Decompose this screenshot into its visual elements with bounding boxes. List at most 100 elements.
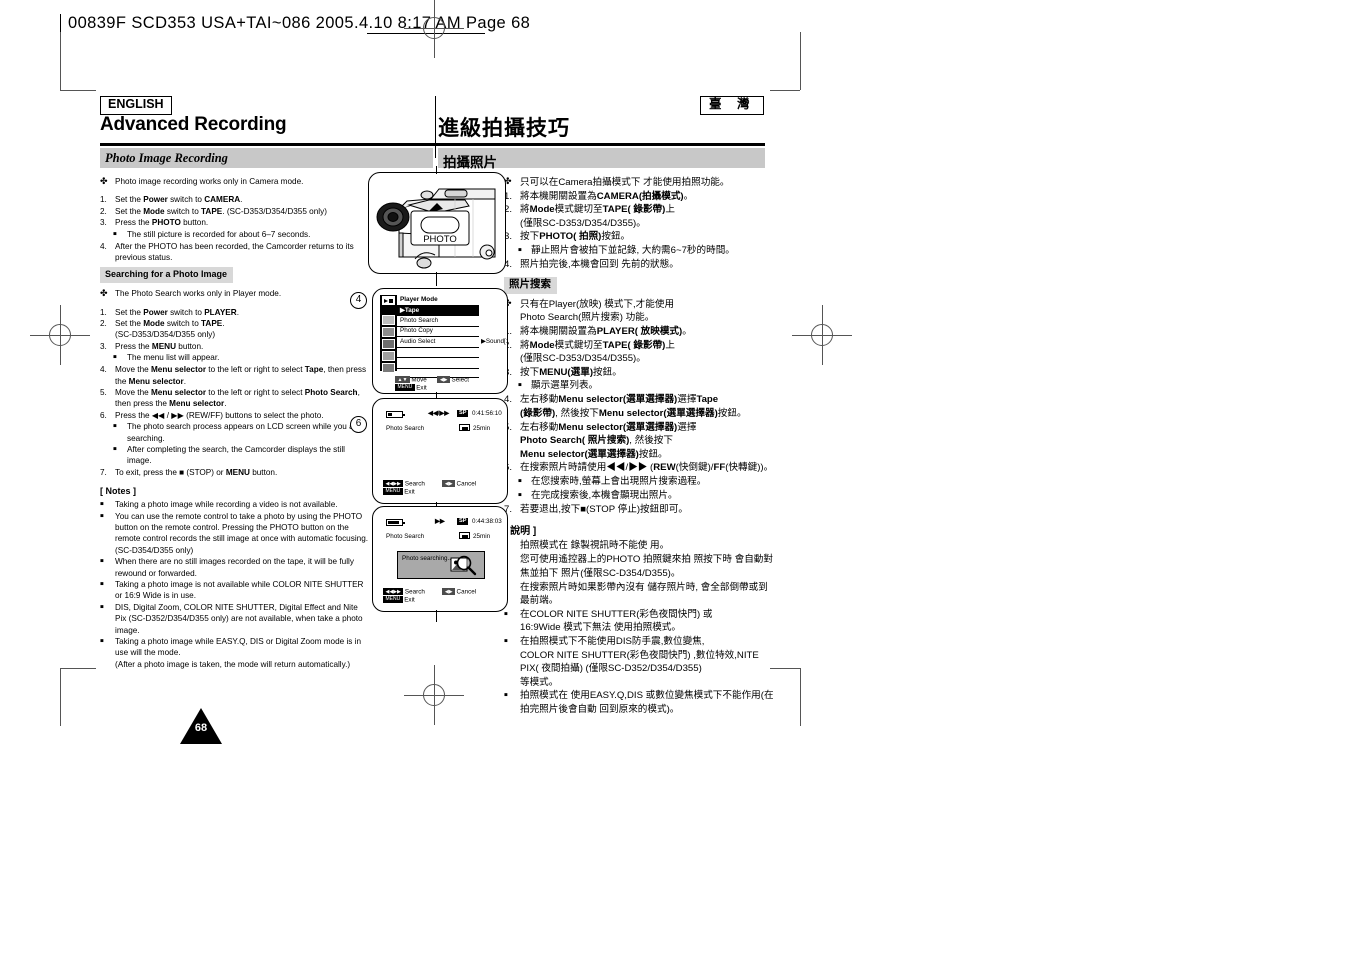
tape-icon [459, 532, 470, 539]
step-number: 7. [100, 467, 107, 477]
step-en-item: ■ The photo search process appears on LCD… [100, 421, 370, 444]
trim-mark-bl-v [60, 668, 61, 726]
square-bullet-icon: ■ [518, 492, 522, 499]
note-en-text: Taking a photo image while EASY.Q, DIS o… [115, 637, 362, 669]
step-ch-item: 2. 將Mode模式鍵切至TAPE( 錄影帶)上 (僅限SC-D353/D354/D… [504, 339, 774, 366]
figure-camcorder: PHOTO PHOTO [368, 172, 506, 274]
step-en-text: The menu list will appear. [127, 353, 220, 363]
figure-menu-screen: Player Mode ▶Tape Photo Search Photo Cop… [372, 288, 508, 394]
step-en-text: Press the PHOTO button. [115, 218, 209, 228]
square-bullet-icon: ■ [518, 247, 522, 254]
cancel-key-icon[interactable]: ◀▶ [442, 480, 456, 487]
menu-item-photo-search[interactable]: Photo Search [400, 317, 438, 324]
menu-screen: Player Mode ▶Tape Photo Search Photo Cop… [373, 289, 507, 393]
cancel-key-icon[interactable]: ◀▶ [442, 588, 456, 595]
note-ch-text: 在搜索照片時如果影帶內沒有 儲存照片時, 會全部倒帶或到最前端。 [520, 581, 768, 607]
step-number: 4. [100, 365, 107, 375]
step-ch-item: 5. 左右移動Menu selector(選單選擇器)選擇 Photo Search… [504, 421, 774, 462]
header-divider [435, 96, 437, 158]
square-bullet-icon: ■ [504, 638, 508, 645]
search-key-icon[interactable]: ◀◀▶▶ [383, 588, 404, 595]
intro-bullet-ch: ✤ 只可以在Camera拍攝模式下 才能使用拍照功能。 [504, 176, 774, 190]
tape-menu-icon[interactable] [382, 315, 395, 325]
step-en-text: The still picture is recorded for about … [127, 229, 311, 239]
photo-searching-text: Photo searching... [402, 555, 453, 562]
note-ch-text: 在COLOR NITE SHUTTER(彩色夜間快門) 或 16:9Wide 模式… [520, 608, 713, 634]
step-number: 2. [100, 319, 107, 329]
menu-key-icon[interactable]: MENU [395, 383, 415, 391]
step-ch-text: 左右移動Menu selector(選單選擇器)選擇 Photo Search( … [520, 421, 697, 460]
cancel-label: Cancel [456, 588, 477, 596]
display-menu-icon[interactable] [382, 339, 395, 349]
registration-mark-top [404, 0, 464, 58]
cross-bullet-icon: ✤ [504, 176, 512, 186]
steps-list-en-1: 1. Set the Power switch to CAMERA. 2. Set t… [100, 194, 370, 263]
step-ch-text: 顯示選單列表。 [531, 380, 599, 392]
trim-mark-bl-h [60, 668, 96, 669]
menu-value-sound: ▶Sound[1] [481, 337, 507, 345]
square-bullet-icon: ■ [100, 501, 104, 508]
note-en-text: Taking a photo image is not available wh… [115, 580, 364, 601]
square-bullet-icon: ■ [100, 638, 104, 645]
step-ch-item: ■ 靜止照片會被拍下並記錄, 大約需6~7秒的時間。 [504, 244, 774, 258]
step-ch-text: 在您搜索時,螢幕上會出現照片搜索過程。 [531, 475, 707, 487]
step-en-item: 1. Set the Power switch to CAMERA. [100, 194, 370, 205]
square-bullet-icon: ■ [100, 604, 104, 611]
step-en-item: 3. Press the MENU button. [100, 341, 370, 352]
step-en-text: After the PHOTO has been recorded, the C… [115, 241, 354, 262]
note-en-item: ■ Taking a photo image is not available w… [100, 579, 370, 602]
step-en-text: The photo search process appears on LCD … [127, 422, 361, 443]
column-english: ✤ Photo image recording works only in Ca… [100, 176, 370, 670]
trim-mark-br-h [770, 668, 800, 669]
step-ch-text: 將Mode模式鍵切至TAPE( 錄影帶)上 (僅限SC-D353/D354/D35… [520, 204, 675, 229]
step-en-text: Set the Power switch to PLAYER. [115, 307, 239, 317]
step-number: 3. [100, 218, 107, 228]
note-ch-item: ■ 在COLOR NITE SHUTTER(彩色夜間快門) 或 16:9Wide 模… [504, 608, 774, 635]
step-en-text: After completing the search, the Camcord… [127, 445, 345, 466]
step-ch-item: ■ 在完成搜索後,本機會顯現出照片。 [504, 489, 774, 503]
page-number-badge: 68 [180, 708, 222, 744]
system-menu-icon[interactable] [382, 363, 395, 373]
step-number: 1. [100, 307, 107, 317]
search-key-icon[interactable]: ◀◀▶▶ [383, 480, 404, 487]
step-ch-item: ■ 顯示選單列表。 [504, 379, 774, 393]
note-en-text: When there are no still images recorded … [115, 557, 354, 578]
square-bullet-icon: ■ [504, 611, 508, 618]
note-ch-text: 在拍照模式下不能使用DIS防手震,數位變焦, COLOR NITE SHUTTER… [520, 636, 759, 688]
menu-key-icon[interactable]: MENU [383, 487, 403, 495]
exit-label: Exit [416, 384, 427, 391]
steps-list-en-2: 1. Set the Power switch to PLAYER. 2. Set t… [100, 307, 370, 479]
step-en-item: 2. Set the Mode switch to TAPE. (SC-D353/… [100, 206, 370, 217]
menu-title: Player Mode [400, 295, 438, 303]
menu-item-photo-copy[interactable]: Photo Copy [400, 327, 433, 334]
transport-indicator: ◀◀/▶▶ [428, 410, 450, 417]
step-en-text: Set the Mode switch to TAPE. (SC-D353/D35… [115, 319, 225, 340]
step-en-item: ■ After completing the search, the Camcor… [100, 444, 370, 467]
step-en-item: ■ The menu list will appear. [100, 352, 370, 364]
column-chinese: ✤ 只可以在Camera拍攝模式下 才能使用拍照功能。 1. 將本機開關設置為CA… [504, 176, 774, 717]
tape-icon [459, 424, 470, 431]
record-speed-badge: SP [457, 409, 469, 417]
memory-menu-icon[interactable] [382, 351, 395, 361]
battery-icon [386, 411, 405, 418]
select-label: Select [451, 376, 470, 384]
step-en-item: 3. Press the PHOTO button. [100, 217, 370, 228]
move-key-icon[interactable]: ▲▼ [395, 376, 410, 383]
step-ch-item: 2. 將Mode模式鍵切至TAPE( 錄影帶)上 (僅限SC-D353/D354/D… [504, 203, 774, 230]
select-key-icon[interactable]: ◀▶ [437, 376, 451, 383]
note-ch-item: ■在搜索照片時如果影帶內沒有 儲存照片時, 會全部倒帶或到最前端。 [504, 581, 774, 608]
step-ch-item: 3. 按下MENU(選單)按鈕。 [504, 366, 774, 380]
record-menu-icon[interactable] [382, 327, 395, 337]
note-ch-text: 拍照模式在 錄製視訊時不能使 用。 [520, 540, 670, 552]
square-bullet-icon: ■ [100, 581, 104, 588]
step-ch-item: ■ 在您搜索時,螢幕上會出現照片搜索過程。 [504, 475, 774, 489]
menu-key-icon[interactable]: MENU [383, 595, 403, 603]
notes-title-ch: [ 說明 ] [504, 525, 537, 537]
menu-selected-label: ▶Tape [400, 307, 420, 314]
step-number: 2. [504, 204, 513, 216]
menu-item-audio-select[interactable]: Audio Select [400, 338, 435, 345]
note-en-item: ■ You can use the remote control to take … [100, 511, 370, 557]
page-content: ENGLISH 臺 灣 Advanced Recording 進級拍攝技巧 Ph… [100, 96, 774, 744]
step-number: 5. [100, 388, 107, 397]
step-en-item: 1. Set the Power switch to PLAYER. [100, 307, 370, 318]
